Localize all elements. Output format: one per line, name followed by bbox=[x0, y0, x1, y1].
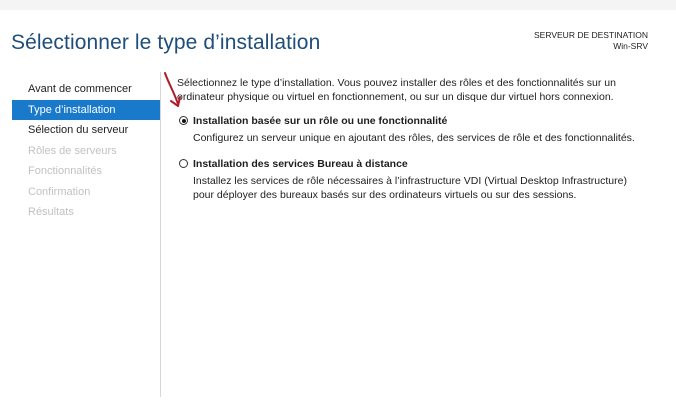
nav-item-features: Fonctionnalités bbox=[28, 165, 102, 177]
option-remote-desktop[interactable]: Installation des services Bureau à dista… bbox=[177, 157, 647, 202]
option-remote-desktop-title[interactable]: Installation des services Bureau à dista… bbox=[193, 157, 647, 171]
annotation-arrow-icon bbox=[164, 72, 181, 107]
destination-label: SERVEUR DE DESTINATION bbox=[534, 30, 648, 40]
nav-item-installation-type[interactable]: Type d’installation bbox=[12, 99, 160, 120]
destination-server-info: SERVEUR DE DESTINATION Win-SRV bbox=[534, 30, 648, 52]
nav-item-results: Résultats bbox=[28, 206, 74, 218]
nav-item-server-selection[interactable]: Sélection du serveur bbox=[12, 120, 160, 141]
page-title: Sélectionner le type d’installation bbox=[11, 31, 321, 54]
option-role-based-description: Configurez un serveur unique en ajoutant… bbox=[193, 132, 635, 144]
nav-item-server-roles: Rôles de serveurs bbox=[28, 144, 117, 157]
option-remote-desktop-description: Installez les services de rôle nécessair… bbox=[193, 175, 627, 201]
radio-role-based[interactable] bbox=[179, 116, 188, 125]
wizard-steps-nav: Avant de commencer Type d’installation S… bbox=[12, 79, 160, 223]
top-band bbox=[0, 0, 676, 10]
nav-item-before-you-begin[interactable]: Avant de commencer bbox=[12, 79, 160, 100]
intro-text: Sélectionnez le type d’installation. Vou… bbox=[177, 77, 616, 103]
nav-item-confirmation: Confirmation bbox=[28, 185, 91, 198]
destination-server-name: Win-SRV bbox=[613, 41, 648, 51]
wizard-window: Sélectionner le type d’installation SERV… bbox=[0, 0, 676, 407]
nav-divider bbox=[160, 72, 161, 397]
option-role-based[interactable]: Installation basée sur un rôle ou une fo… bbox=[177, 114, 647, 145]
main-content: Sélectionnez le type d’installation. Vou… bbox=[177, 76, 647, 214]
radio-remote-desktop[interactable] bbox=[179, 159, 188, 168]
option-role-based-title[interactable]: Installation basée sur un rôle ou une fo… bbox=[193, 114, 647, 128]
